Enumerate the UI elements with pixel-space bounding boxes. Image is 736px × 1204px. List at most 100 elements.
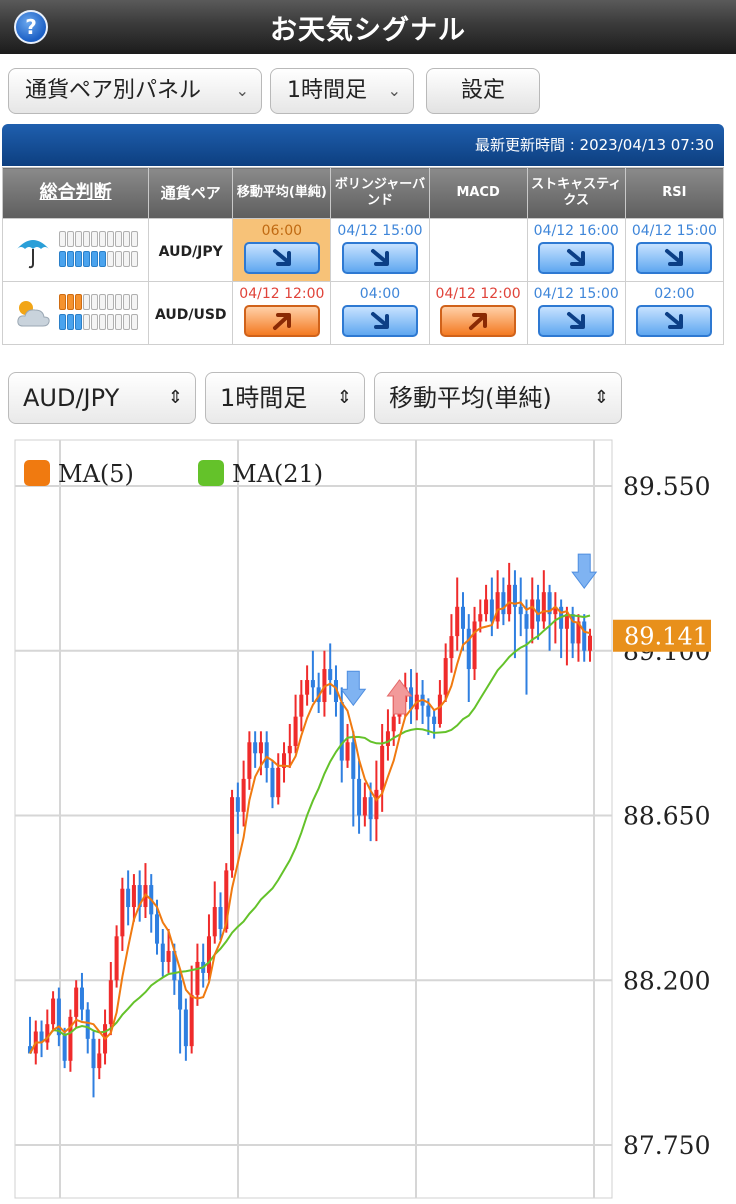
candle-body (426, 705, 431, 717)
candle-body (478, 614, 483, 622)
arrow-down-right-icon (567, 311, 586, 329)
signal-down-button[interactable] (538, 241, 615, 274)
candle-body (160, 943, 165, 962)
signal-down-button[interactable] (636, 241, 713, 274)
candle-body (247, 742, 252, 779)
app-title: お天気シグナル (270, 15, 466, 46)
candle-body (235, 797, 240, 812)
panel-select[interactable]: 通貨ペア別パネル ⌄ (8, 68, 262, 114)
candle-body (126, 888, 131, 908)
candle-body (305, 680, 310, 695)
candle-body (189, 994, 194, 1047)
updown-chevron-icon: ⇕ (336, 387, 352, 408)
chart-indicator-select[interactable]: 移動平均(単純) ⇕ (374, 372, 622, 424)
chart-timeframe-select[interactable]: 1時間足 ⇕ (205, 372, 365, 424)
candle-body (195, 961, 200, 995)
candle-body (495, 592, 500, 622)
signal-down-button[interactable] (243, 241, 320, 274)
candle-body (68, 1016, 73, 1061)
candle-body (253, 742, 258, 754)
price-chart-svg[interactable]: 89.55089.10088.65088.20087.750MA(5)MA(21… (0, 438, 736, 1200)
arrow-down-right-icon (665, 311, 684, 329)
candle-body (241, 778, 246, 812)
candle-body (230, 797, 235, 871)
signal-cell[interactable]: 06:00 (232, 218, 332, 282)
candle-body (276, 767, 281, 798)
signal-cell[interactable]: 04:00 (330, 281, 430, 345)
signal-cell[interactable]: 04/12 15:00 (624, 218, 725, 282)
pair-cell: AUD/JPY (148, 218, 234, 282)
chart-pair-select[interactable]: AUD/JPY ⇕ (8, 372, 196, 424)
candle-body (183, 1009, 188, 1047)
table-row[interactable]: AUD/USD 04/12 12:00 04:00 04/12 12:00 04/12 … (1, 281, 725, 345)
candle-body (518, 606, 523, 615)
candle-body (108, 980, 113, 1025)
overall-cell (1, 218, 150, 282)
signal-meter (59, 294, 138, 334)
candle-body (432, 716, 437, 724)
chart-timeframe-value: 1時間足 (220, 384, 308, 412)
candle-body (212, 907, 217, 937)
candle-body (328, 669, 333, 681)
candle-body (310, 680, 315, 688)
candle-body (362, 797, 367, 816)
signal-cell[interactable]: 04/12 12:00 (232, 281, 332, 345)
candle-body (91, 1038, 96, 1069)
header-bollinger: ボリンジャーバンド (330, 167, 430, 219)
candle-body (270, 767, 275, 798)
price-chart[interactable]: 89.55089.10088.65088.20087.750MA(5)MA(21… (0, 438, 736, 1200)
signal-cell[interactable]: 04/12 12:00 (428, 281, 528, 345)
signal-down-button[interactable] (341, 304, 418, 337)
chevron-down-icon: ⌄ (235, 81, 249, 100)
arrow-down-right-icon (567, 248, 586, 266)
settings-button[interactable]: 設定 (426, 68, 540, 114)
candle-body (218, 907, 223, 929)
signal-down-button[interactable] (341, 241, 418, 274)
candle-body (541, 592, 546, 622)
header-stochastics: ストキャスティクス (526, 167, 626, 219)
signal-cell[interactable]: 04/12 15:00 (526, 281, 626, 345)
y-tick-label: 89.550 (623, 472, 710, 501)
signal-up-button[interactable] (440, 304, 517, 337)
signal-cell[interactable]: 04/12 15:00 (330, 218, 430, 282)
signal-cell[interactable]: 04/12 16:00 (526, 218, 626, 282)
candle-body (293, 716, 298, 746)
timeframe-select[interactable]: 1時間足 ⌄ (270, 68, 414, 114)
signal-table-header: 総合判断 通貨ペア 移動平均(単純) ボリンジャーバンド MACD ストキャステ… (1, 167, 725, 219)
pair-cell: AUD/USD (148, 281, 234, 345)
signal-down-button[interactable] (636, 304, 713, 337)
header-macd: MACD (428, 167, 528, 219)
chart-indicator-value: 移動平均(単純) (389, 384, 552, 412)
candle-body (339, 702, 344, 761)
signal-up-button[interactable] (243, 304, 320, 337)
updown-chevron-icon: ⇕ (593, 387, 609, 408)
table-row[interactable]: AUD/JPY 06:00 04/12 15:00 04/12 16:00 04/12 … (1, 218, 725, 282)
candle-body (489, 599, 494, 622)
candle-body (131, 885, 136, 908)
candle-body (287, 745, 292, 754)
candle-body (443, 658, 448, 695)
candle-body (351, 742, 356, 779)
candle-body (85, 1009, 90, 1039)
candle-body (62, 1035, 67, 1061)
candle-body (154, 914, 160, 944)
signal-cell[interactable]: 02:00 (624, 281, 725, 345)
candle-body (466, 628, 471, 670)
candle-body (472, 621, 477, 670)
arrow-down-right-icon (370, 248, 389, 266)
header-rsi: RSI (624, 167, 725, 219)
candle-body (97, 1053, 102, 1069)
candle-body (501, 592, 506, 615)
signal-time: 04/12 16:00 (533, 222, 619, 239)
candle-body (385, 731, 390, 746)
candle-body (437, 694, 442, 724)
candle-body (166, 950, 171, 962)
current-price-label: 89.141 (624, 623, 708, 651)
candle-body (536, 599, 541, 622)
signal-down-button[interactable] (538, 304, 615, 337)
signal-time: 02:00 (654, 285, 695, 302)
signal-time: 04/12 15:00 (337, 222, 423, 239)
header-pair: 通貨ペア (148, 167, 234, 219)
candle-body (299, 694, 304, 717)
umbrella-rain-icon (17, 240, 49, 269)
